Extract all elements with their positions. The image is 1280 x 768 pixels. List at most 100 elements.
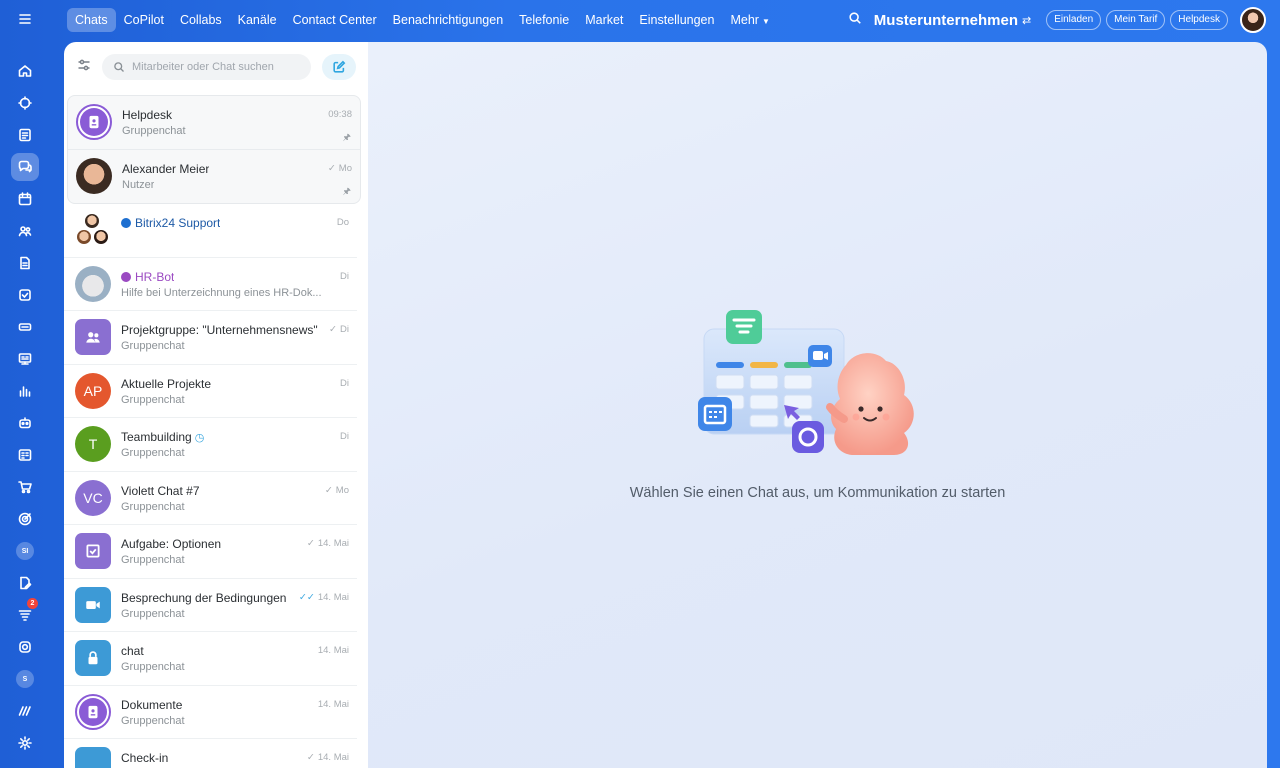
crm-icon[interactable]	[11, 313, 39, 341]
read-check-icon: ✓	[306, 752, 315, 763]
notification-badge: 2	[27, 598, 38, 609]
chat-time-text: Mo	[335, 484, 349, 496]
chat-subtitle: Gruppenchat	[121, 340, 185, 352]
booking-icon[interactable]	[11, 441, 39, 469]
menu-icon[interactable]	[11, 5, 39, 33]
video-icon	[86, 600, 100, 609]
chat-list-panel: Helpdesk Gruppenchat 09:38 🖈 Alexander M…	[64, 42, 368, 768]
tab-more-label: Mehr	[730, 13, 759, 27]
chat-row[interactable]: Alexander Meier Nutzer ✓ Mo 🖈	[68, 150, 360, 204]
lock-icon	[88, 651, 98, 665]
marketplace-icon[interactable]	[11, 697, 39, 725]
gear-icon[interactable]	[11, 729, 39, 757]
empty-state-message: Wählen Sie einen Chat aus, um Kommunikat…	[629, 485, 1006, 501]
my-plan-button[interactable]: Mein Tarif	[1106, 10, 1166, 30]
pinned-chats: Helpdesk Gruppenchat 09:38 🖈 Alexander M…	[67, 95, 361, 204]
chat-title: Projektgruppe: "Unternehmensnews"	[121, 323, 318, 337]
chat-icon[interactable]	[11, 153, 39, 181]
chat-row[interactable]: Check-in ✓ 14. Mai	[64, 739, 357, 768]
chat-row[interactable]: Projektgruppe: "Unternehmensnews" Gruppe…	[64, 311, 357, 365]
chat-row[interactable]: VC Violett Chat #7 Gruppenchat ✓ Mo	[64, 472, 357, 525]
chat-row[interactable]: chat Gruppenchat 14. Mai	[64, 632, 357, 686]
empty-state-illustration	[698, 310, 914, 455]
chat-title-text: HR-Bot	[135, 269, 175, 284]
tab-copilot[interactable]: CoPilot	[116, 8, 172, 32]
home-icon[interactable]	[11, 57, 39, 85]
avatar-initials: AP	[75, 372, 111, 409]
avatar-helpdesk	[76, 104, 112, 141]
chat-list-header	[64, 42, 368, 92]
document-icon	[88, 705, 98, 718]
chat-subtitle: Gruppenchat	[122, 125, 186, 137]
tab-more[interactable]: Mehr ▼	[722, 8, 777, 32]
tab-telephony[interactable]: Telefonie	[511, 8, 577, 32]
tab-settings[interactable]: Einstellungen	[631, 8, 722, 32]
shop-icon[interactable]	[11, 473, 39, 501]
chat-time-text: Mo	[338, 162, 352, 174]
chat-time: 14. Mai	[317, 698, 349, 710]
tab-notifications[interactable]: Benachrichtigungen	[385, 8, 512, 32]
read-check-icon: ✓	[306, 538, 315, 549]
tab-chats[interactable]: Chats	[67, 8, 116, 32]
chat-time: Di	[340, 377, 349, 389]
avatar-si: SI	[16, 542, 34, 560]
notifications-funnel-icon[interactable]: 2	[11, 598, 39, 629]
sites-icon[interactable]	[11, 345, 39, 373]
chat-search[interactable]	[102, 54, 311, 80]
chat-row[interactable]: AP Aktuelle Projekte Gruppenchat Di	[64, 365, 357, 418]
chat-row[interactable]: Aufgabe: Optionen Gruppenchat ✓ 14. Mai	[64, 525, 357, 579]
header-right: Musterunternehmen ⇄ Einladen Mein Tarif …	[848, 7, 1266, 33]
helpdesk-button[interactable]: Helpdesk	[1170, 10, 1228, 30]
chat-title: Helpdesk	[122, 108, 173, 122]
tab-contact-center[interactable]: Contact Center	[285, 8, 385, 32]
search-icon[interactable]	[848, 11, 862, 30]
user-avatar-s[interactable]: S	[11, 665, 39, 693]
edit-doc-icon[interactable]	[11, 569, 39, 597]
new-chat-button[interactable]	[322, 54, 356, 80]
chat-row[interactable]: Besprechung der Bedingungen Gruppenchat …	[64, 579, 357, 632]
chat-row[interactable]: Bitrix24 Support Do	[64, 204, 357, 258]
tasks-icon[interactable]	[11, 281, 39, 309]
chat-time: 09:38	[328, 109, 352, 120]
chat-title: Alexander Meier	[122, 161, 210, 176]
company-name[interactable]: Musterunternehmen	[874, 12, 1018, 29]
chat-title: Teambuilding ◷	[121, 430, 204, 444]
chat-subtitle: Gruppenchat	[121, 607, 185, 620]
telephony-icon[interactable]	[11, 633, 39, 661]
pin-icon: 🖈	[342, 132, 351, 142]
company-settings-icon[interactable]: ⇄	[1022, 14, 1031, 27]
feed-icon[interactable]	[11, 121, 39, 149]
chat-title: Aufgabe: Optionen	[121, 537, 222, 551]
group-icon	[86, 332, 100, 343]
chat-time: ✓ 14. Mai	[307, 538, 349, 549]
chat-subtitle: Gruppenchat	[121, 500, 185, 513]
chat-time: ✓✓ 14. Mai	[299, 592, 349, 603]
chevron-down-icon: ▼	[761, 17, 770, 26]
user-avatar-si[interactable]: SI	[11, 537, 39, 565]
analytics-icon[interactable]	[11, 377, 39, 405]
tab-collabs[interactable]: Collabs	[172, 8, 230, 32]
calendar-icon[interactable]	[11, 185, 39, 213]
compose-icon	[333, 60, 346, 73]
chat-row[interactable]: Helpdesk Gruppenchat 09:38 🖈	[68, 96, 360, 150]
chat-row[interactable]: T Teambuilding ◷ Gruppenchat Di	[64, 418, 357, 472]
target-icon[interactable]	[11, 505, 39, 533]
chat-title: Besprechung der Bedingungen	[121, 590, 287, 605]
groups-icon[interactable]	[11, 217, 39, 245]
chat-row[interactable]: HR-Bot Hilfe bei Unterzeichnung eines HR…	[64, 258, 357, 311]
automation-icon[interactable]	[11, 409, 39, 437]
tab-channels[interactable]: Kanäle	[230, 8, 285, 32]
double-check-icon: ✓✓	[298, 591, 315, 603]
document-icon[interactable]	[11, 249, 39, 277]
filter-icon[interactable]	[76, 57, 92, 78]
chat-time-text: 14. Mai	[317, 538, 349, 549]
chat-search-input[interactable]	[132, 61, 302, 73]
chat-time: ✓ Di	[329, 324, 349, 335]
invite-button[interactable]: Einladen	[1046, 10, 1102, 30]
chat-subtitle: Gruppenchat	[121, 447, 185, 459]
chat-row[interactable]: Dokumente Gruppenchat 14. Mai	[64, 686, 357, 739]
avatar-alexander-meier	[76, 158, 112, 195]
tab-market[interactable]: Market	[577, 8, 631, 32]
copilot-icon[interactable]	[11, 89, 39, 117]
user-avatar[interactable]	[1240, 7, 1266, 33]
